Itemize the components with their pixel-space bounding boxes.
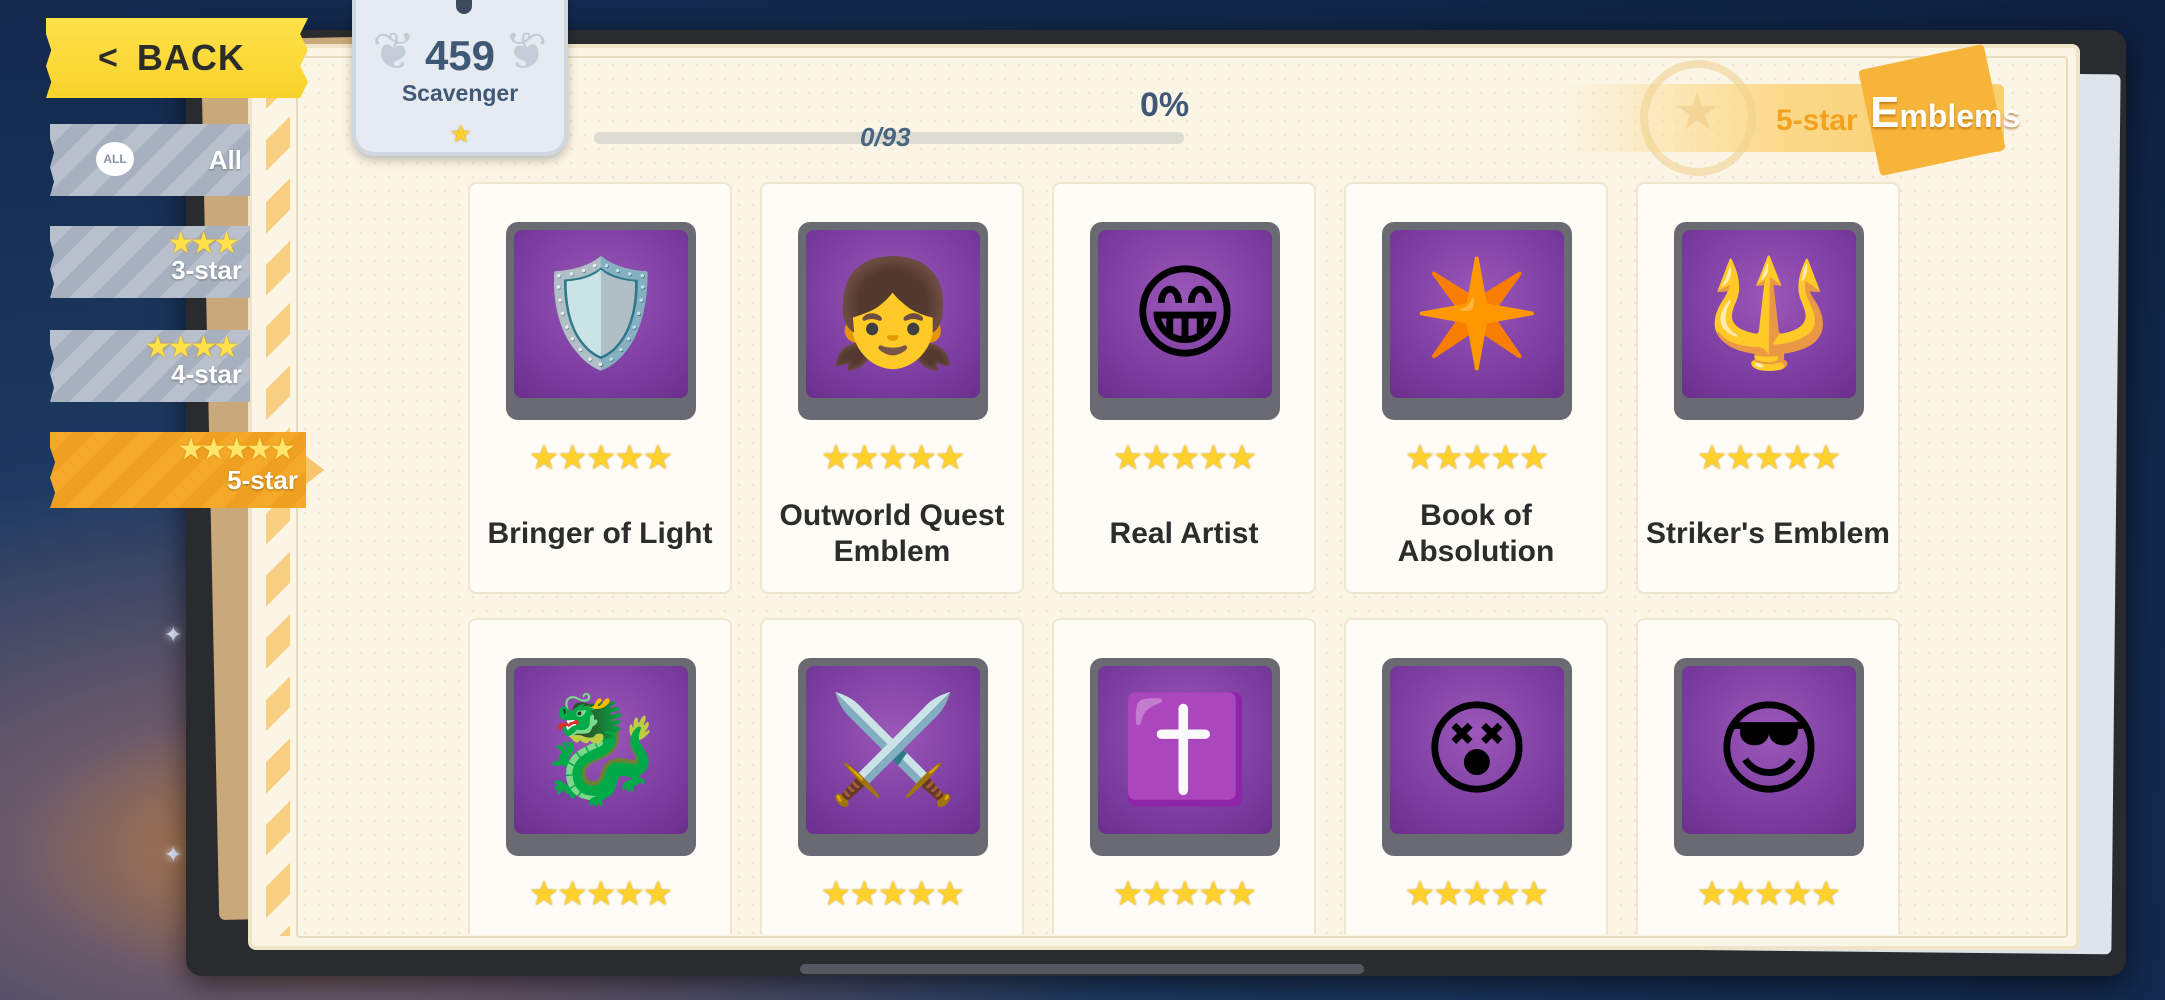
emblem-card[interactable]: 😁 ★★★★★ Real Artist (1052, 182, 1316, 594)
rarity-stars: ★★★★★ (820, 439, 965, 477)
rarity-stars: ★★★★★ (1696, 439, 1841, 477)
emblem-image: 🐉 (506, 658, 696, 856)
badge-pin (456, 0, 472, 14)
emblem-card[interactable]: 👧 ★★★★★ Outworld Quest Emblem (760, 182, 1024, 594)
emblem-name: Real Artist (1109, 517, 1259, 550)
all-icon: ALL (96, 142, 134, 176)
filter-tab-label: 3-star (171, 255, 242, 285)
active-tab-arrow-icon (306, 456, 324, 484)
star-icon: ★ (450, 121, 472, 148)
emblem-card[interactable]: 🐉 ★★★★★ (468, 618, 732, 934)
emblem-name (770, 920, 1014, 934)
emblem-card[interactable]: ✝️ ★★★★★ (1052, 618, 1316, 934)
filter-tab-4-star[interactable]: ★★★★ 4-star (50, 330, 250, 402)
category-tag-text: Emblems (1870, 88, 2020, 138)
emblem-icon: 😎 (1682, 666, 1856, 834)
emblem-icon: 🔱 (1682, 230, 1856, 398)
emblem-image: ✴️ (1382, 222, 1572, 420)
rarity-stars: ★★★★★ (1696, 875, 1841, 913)
emblem-name: Bringer of Light (487, 517, 713, 550)
emblem-icon: 😁 (1098, 230, 1272, 398)
rarity-stars: ★★★★★ (1404, 875, 1549, 913)
horizontal-scrollbar[interactable] (800, 964, 1364, 974)
emblem-name (1646, 920, 1890, 934)
rarity-stars: ★★★★★ (820, 875, 965, 913)
rarity-stars: ★★★★★ (1404, 439, 1549, 477)
emblem-name: Book of Absolution (1397, 499, 1555, 568)
category-label: 5-star (1776, 104, 1858, 137)
emblem-card[interactable]: 🔱 ★★★★★ Striker's Emblem (1636, 182, 1900, 594)
score-badge: ❦ ❦ 459 Scavenger ★ (352, 0, 568, 156)
emblem-card[interactable]: 😵 ★★★★★ (1344, 618, 1608, 934)
emblem-grid: 🛡️ ★★★★★ Bringer of Light 👧 ★★★★★ Outwor… (468, 182, 1904, 934)
emblem-icon: ⚔️ (806, 666, 980, 834)
emblem-name (1062, 920, 1306, 934)
emblem-image: 😁 (1090, 222, 1280, 420)
emblem-icon: ✝️ (1098, 666, 1272, 834)
emblem-card[interactable]: ✴️ ★★★★★ Book of Absolution (1344, 182, 1608, 594)
rarity-stars: ★★★★★ (1112, 875, 1257, 913)
emblem-icon: 👧 (806, 230, 980, 398)
sparkle-icon: ✦ (164, 842, 183, 867)
star-icon: ★★★★★ (177, 433, 297, 466)
filter-tab-all[interactable]: ALL All (50, 124, 250, 196)
emblem-icon: 🛡️ (514, 230, 688, 398)
emblem-name: Striker's Emblem (1646, 517, 1890, 550)
filter-tab-5-star[interactable]: ★★★★★ 5-star (50, 432, 306, 508)
emblem-card[interactable]: 🛡️ ★★★★★ Bringer of Light (468, 182, 732, 594)
filter-tab-label: All (208, 145, 242, 175)
emblem-image: ✝️ (1090, 658, 1280, 856)
rarity-stars: ★★★★★ (1112, 439, 1257, 477)
back-button-label: BACK (136, 37, 245, 78)
emblem-image: 🔱 (1674, 222, 1864, 420)
score-title: Scavenger (401, 80, 519, 106)
emblem-image: 👧 (798, 222, 988, 420)
emblem-name (478, 920, 722, 934)
emblem-name: Outworld Quest Emblem (779, 499, 1005, 568)
progress-count: 0/93 (860, 122, 911, 152)
emblem-name (1354, 920, 1598, 934)
emblem-image: ⚔️ (798, 658, 988, 856)
category-tag-rest: mblems (1899, 98, 2021, 134)
sparkle-icon: ✦ (164, 622, 183, 647)
emblem-image: 🛡️ (506, 222, 696, 420)
scrollbar-thumb[interactable] (800, 964, 1364, 974)
emblem-image: 😎 (1674, 658, 1864, 856)
score-value: 459 (424, 32, 496, 79)
rarity-stars: ★★★★★ (528, 439, 673, 477)
emblem-icon: 😵 (1390, 666, 1564, 834)
category-tag-initial: E (1870, 88, 1900, 137)
chevron-left-icon: < (98, 38, 119, 77)
emblem-watermark-icon (1640, 60, 1756, 176)
rarity-stars: ★★★★★ (528, 875, 673, 913)
filter-tab-label: 4-star (171, 359, 242, 389)
emblem-image: 😵 (1382, 658, 1572, 856)
filter-tab-label: 5-star (227, 465, 298, 495)
filter-tab-3-star[interactable]: ★★★ 3-star (50, 226, 250, 298)
back-button[interactable]: < BACK (46, 18, 308, 98)
emblem-card[interactable]: ⚔️ ★★★★★ (760, 618, 1024, 934)
emblem-icon: ✴️ (1390, 230, 1564, 398)
progress-percent: 0% (1140, 86, 1190, 124)
emblem-card[interactable]: 😎 ★★★★★ (1636, 618, 1900, 934)
emblem-icon: 🐉 (514, 666, 688, 834)
